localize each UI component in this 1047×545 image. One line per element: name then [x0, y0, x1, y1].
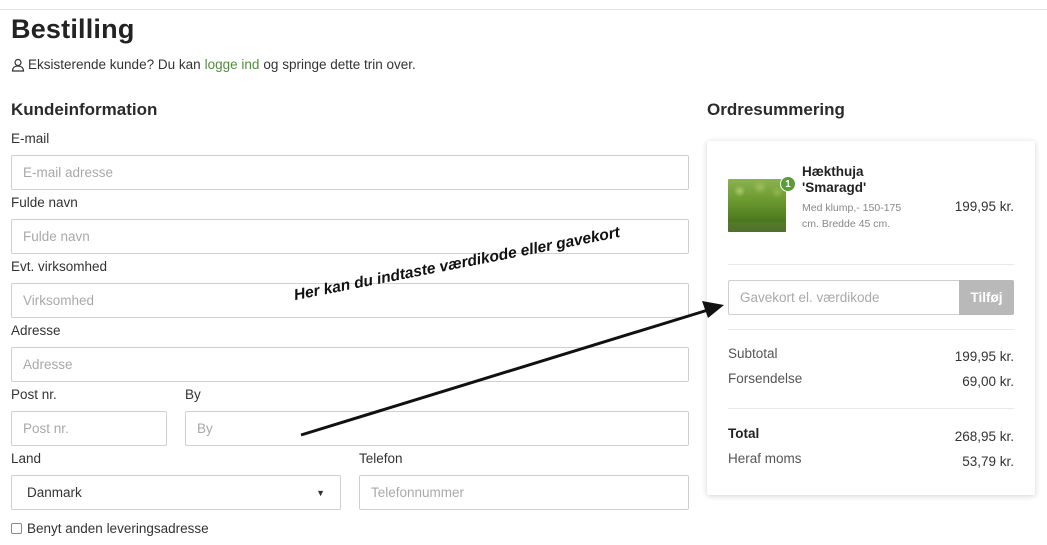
- email-label: E-mail: [11, 131, 50, 146]
- country-select[interactable]: Danmark ▼: [11, 475, 341, 510]
- total-label: Total: [728, 426, 760, 441]
- vat-value: 53,79 kr.: [962, 454, 1014, 469]
- zip-label: Post nr.: [11, 387, 57, 402]
- total-value: 268,95 kr.: [954, 429, 1014, 444]
- summary-divider: [728, 329, 1014, 330]
- zip-field[interactable]: [11, 411, 167, 446]
- subtotal-value: 199,95 kr.: [954, 349, 1014, 364]
- product-price: 199,95 kr.: [954, 199, 1014, 214]
- caret-down-icon: ▼: [316, 487, 325, 498]
- login-link[interactable]: logge ind: [205, 57, 260, 72]
- order-summary-card: 1 Hækthuja 'Smaragd' Med klump,- 150-175…: [707, 141, 1035, 495]
- shipping-value: 69,00 kr.: [962, 374, 1014, 389]
- city-field[interactable]: [185, 411, 689, 446]
- alt-delivery-checkbox[interactable]: [11, 523, 22, 534]
- login-suffix-text: og springe dette trin over.: [263, 57, 416, 72]
- alt-delivery-option[interactable]: Benyt anden leveringsadresse: [11, 521, 209, 536]
- summary-divider: [728, 408, 1014, 409]
- phone-field[interactable]: [359, 475, 689, 510]
- subtotal-label: Subtotal: [728, 346, 778, 361]
- add-gift-code-button[interactable]: Tilføj: [959, 280, 1014, 315]
- vat-label: Heraf moms: [728, 451, 802, 466]
- top-divider: [0, 9, 1047, 10]
- address-label: Adresse: [11, 323, 61, 338]
- login-hint: Eksisterende kunde? Du kan logge ind og …: [11, 57, 416, 72]
- company-label: Evt. virksomhed: [11, 259, 108, 274]
- email-field[interactable]: [11, 155, 689, 190]
- page-title: Bestilling: [11, 14, 135, 44]
- product-image: [728, 179, 786, 232]
- customer-section-title: Kundeinformation: [11, 100, 158, 119]
- quantity-badge: 1: [780, 176, 796, 192]
- summary-divider: [728, 264, 1014, 265]
- gift-code-input[interactable]: [728, 280, 959, 315]
- country-select-value: Danmark: [27, 485, 82, 500]
- alt-delivery-label: Benyt anden leveringsadresse: [27, 521, 209, 536]
- summary-section-title: Ordresummering: [707, 100, 845, 119]
- product-name: Hækthuja 'Smaragd': [802, 164, 867, 195]
- address-field[interactable]: [11, 347, 689, 382]
- phone-label: Telefon: [359, 451, 403, 466]
- user-icon: [11, 58, 25, 72]
- city-label: By: [185, 387, 201, 402]
- shipping-label: Forsendelse: [728, 371, 803, 386]
- country-label: Land: [11, 451, 42, 466]
- login-prefix-text: Eksisterende kunde? Du kan: [28, 57, 201, 72]
- product-description: Med klump,- 150-175 cm. Bredde 45 cm.: [802, 202, 902, 230]
- name-label: Fulde navn: [11, 195, 78, 210]
